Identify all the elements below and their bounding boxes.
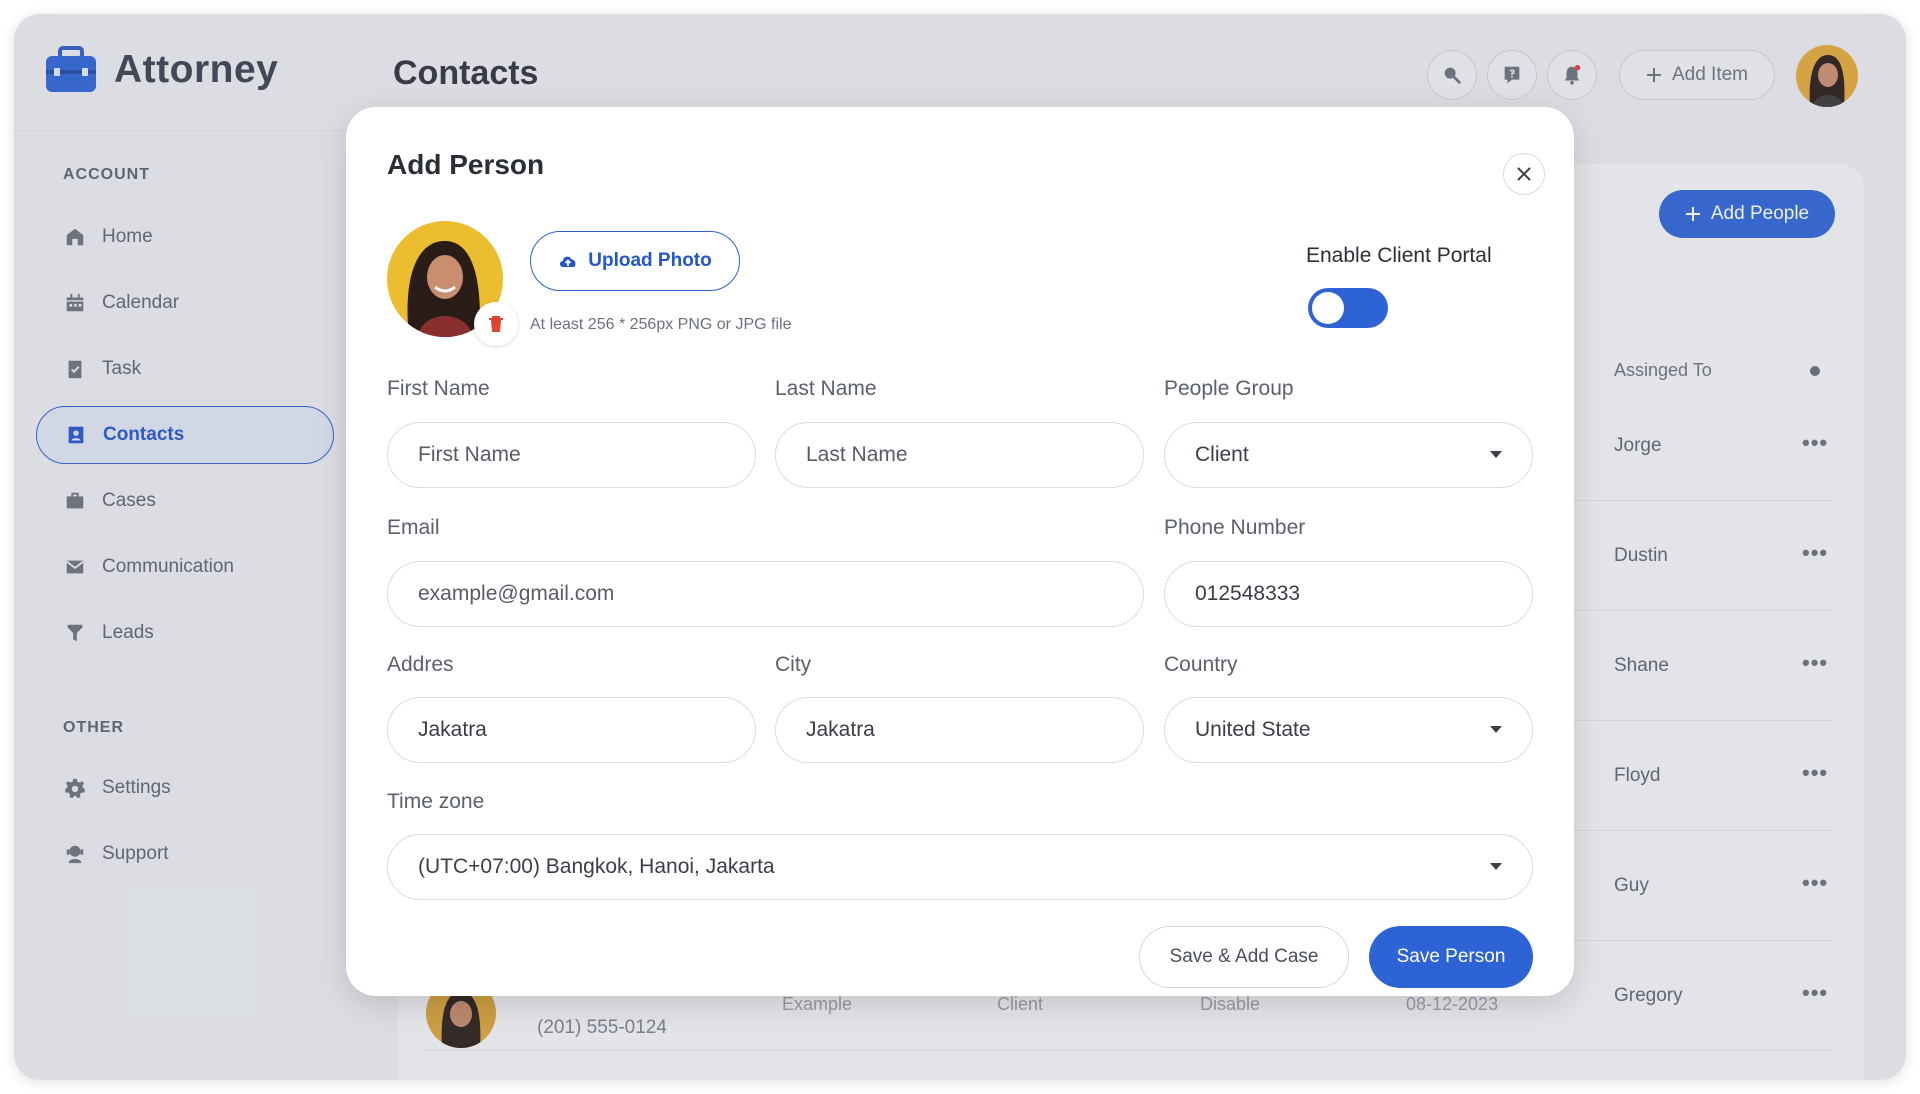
first-name-label: First Name <box>387 377 490 400</box>
timezone-select[interactable]: (UTC+07:00) Bangkok, Hanoi, Jakarta <box>387 834 1533 900</box>
trash-icon <box>489 316 503 332</box>
upload-hint: At least 256 * 256px PNG or JPG file <box>530 316 792 333</box>
country-value: United State <box>1195 718 1311 741</box>
address-label: Addres <box>387 653 454 676</box>
people-group-label: People Group <box>1164 377 1294 400</box>
chevron-down-icon <box>1490 451 1502 458</box>
address-field[interactable]: Jakatra <box>387 697 756 763</box>
add-person-modal: Add Person Upload Photo At least 256 * 2… <box>346 107 1574 996</box>
last-name-label: Last Name <box>775 377 877 400</box>
last-name-field[interactable]: Last Name <box>775 422 1144 488</box>
city-field[interactable]: Jakatra <box>775 697 1144 763</box>
chevron-down-icon <box>1490 726 1502 733</box>
timezone-label: Time zone <box>387 790 485 813</box>
app-window: Attorney ACCOUNT Home Calendar Task Cont… <box>14 14 1906 1080</box>
people-group-select[interactable]: Client <box>1164 422 1533 488</box>
email-field[interactable]: example@gmail.com <box>387 561 1144 627</box>
modal-title: Add Person <box>387 149 545 180</box>
close-icon <box>1517 167 1531 181</box>
chevron-down-icon <box>1490 863 1502 870</box>
close-button[interactable] <box>1503 153 1545 195</box>
country-select[interactable]: United State <box>1164 697 1533 763</box>
timezone-value: (UTC+07:00) Bangkok, Hanoi, Jakarta <box>418 855 775 878</box>
upload-photo-button[interactable]: Upload Photo <box>530 231 740 291</box>
country-label: Country <box>1164 653 1238 676</box>
email-label: Email <box>387 516 440 539</box>
city-label: City <box>775 653 812 676</box>
cloud-upload-icon <box>560 256 576 267</box>
client-portal-label: Enable Client Portal <box>1306 244 1492 267</box>
save-add-case-button[interactable]: Save & Add Case <box>1139 926 1349 988</box>
upload-photo-label: Upload Photo <box>588 250 712 271</box>
phone-label: Phone Number <box>1164 516 1306 539</box>
toggle-knob <box>1312 292 1344 324</box>
delete-photo-button[interactable] <box>474 302 518 346</box>
save-person-button[interactable]: Save Person <box>1369 926 1533 988</box>
people-group-value: Client <box>1195 443 1249 466</box>
client-portal-toggle[interactable] <box>1308 288 1388 328</box>
phone-field[interactable]: 012548333 <box>1164 561 1533 627</box>
first-name-field[interactable]: First Name <box>387 422 756 488</box>
